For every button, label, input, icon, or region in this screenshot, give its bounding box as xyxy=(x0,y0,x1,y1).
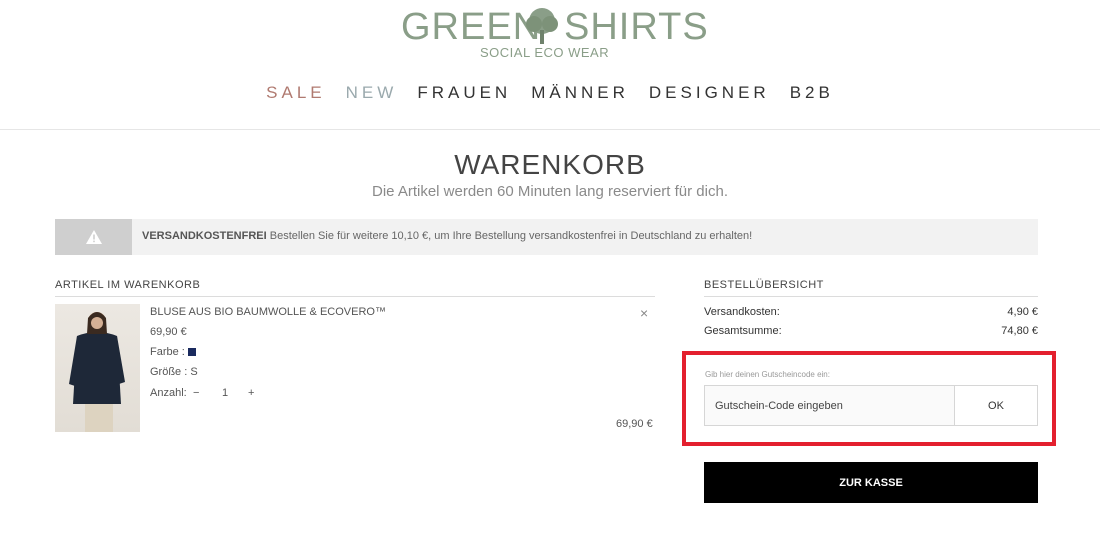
summary-divider xyxy=(704,296,1038,297)
items-heading: ARTIKEL IM WARENKORB xyxy=(55,279,201,291)
total-value: 74,80 € xyxy=(1001,325,1038,337)
nav-item-designer[interactable]: DESIGNER xyxy=(649,83,770,103)
line-total: 69,90 € xyxy=(616,418,653,430)
quantity-label: Anzahl: xyxy=(150,387,187,399)
quantity-minus-button[interactable]: − xyxy=(193,387,199,399)
tree-icon xyxy=(526,8,558,44)
warning-icon xyxy=(55,219,132,255)
coupon-label: Gib hier deinen Gutscheincode ein: xyxy=(705,370,830,379)
logo-tagline: SOCIAL ECO WEAR xyxy=(480,45,610,60)
logo-word-green: GREEN xyxy=(401,6,542,48)
shipping-notice: VERSANDKOSTENFREI Bestellen Sie für weit… xyxy=(55,219,1038,255)
checkout-button[interactable]: ZUR KASSE xyxy=(704,462,1038,503)
items-divider xyxy=(55,296,655,297)
nav-item-b2b[interactable]: B2B xyxy=(790,83,834,103)
summary-heading: BESTELLÜBERSICHT xyxy=(704,279,824,291)
product-name[interactable]: BLUSE AUS BIO BAUMWOLLE & ECOVERO™ xyxy=(150,306,386,318)
notice-body: Bestellen Sie für weitere 10,10 €, um Ih… xyxy=(266,230,753,242)
color-swatch xyxy=(187,348,196,357)
nav-item-new[interactable]: NEW xyxy=(346,83,398,103)
total-label: Gesamtsumme: xyxy=(704,325,782,337)
nav-item-frauen[interactable]: FRAUEN xyxy=(417,83,511,103)
page-title: WARENKORB xyxy=(454,149,646,180)
size-value: S xyxy=(190,366,198,378)
brand-logo[interactable]: GREEN SHIRTS SOCIAL ECO WEAR xyxy=(398,6,708,64)
shipping-value: 4,90 € xyxy=(1007,306,1038,318)
product-price: 69,90 € xyxy=(150,326,187,338)
product-image[interactable] xyxy=(55,304,140,432)
page-subtitle: Die Artikel werden 60 Minuten lang reser… xyxy=(371,183,728,200)
quantity-plus-button[interactable]: + xyxy=(248,387,254,399)
product-quantity: Anzahl: xyxy=(150,387,187,399)
size-label: Größe : xyxy=(150,366,188,378)
main-nav: SALE NEW FRAUEN MÄNNER DESIGNER B2B xyxy=(0,83,1100,103)
site-header: GREEN SHIRTS SOCIAL ECO WEAR SALE NEW FRAU… xyxy=(0,0,1100,130)
coupon-code-input[interactable] xyxy=(704,385,955,426)
color-label: Farbe : xyxy=(150,346,185,358)
shipping-label: Versandkosten: xyxy=(704,306,780,318)
coupon-ok-button[interactable]: OK xyxy=(954,385,1038,426)
notice-bold: VERSANDKOSTENFREI xyxy=(142,230,267,242)
nav-item-maenner[interactable]: MÄNNER xyxy=(531,83,629,103)
product-color: Farbe : xyxy=(150,346,196,358)
quantity-value: 1 xyxy=(222,387,229,399)
product-size: Größe : S xyxy=(150,366,198,378)
notice-text: VERSANDKOSTENFREI Bestellen Sie für weit… xyxy=(142,230,752,242)
remove-item-button[interactable]: × xyxy=(640,305,648,321)
logo-word-shirts: SHIRTS xyxy=(564,6,709,48)
nav-item-sale[interactable]: SALE xyxy=(266,83,325,103)
